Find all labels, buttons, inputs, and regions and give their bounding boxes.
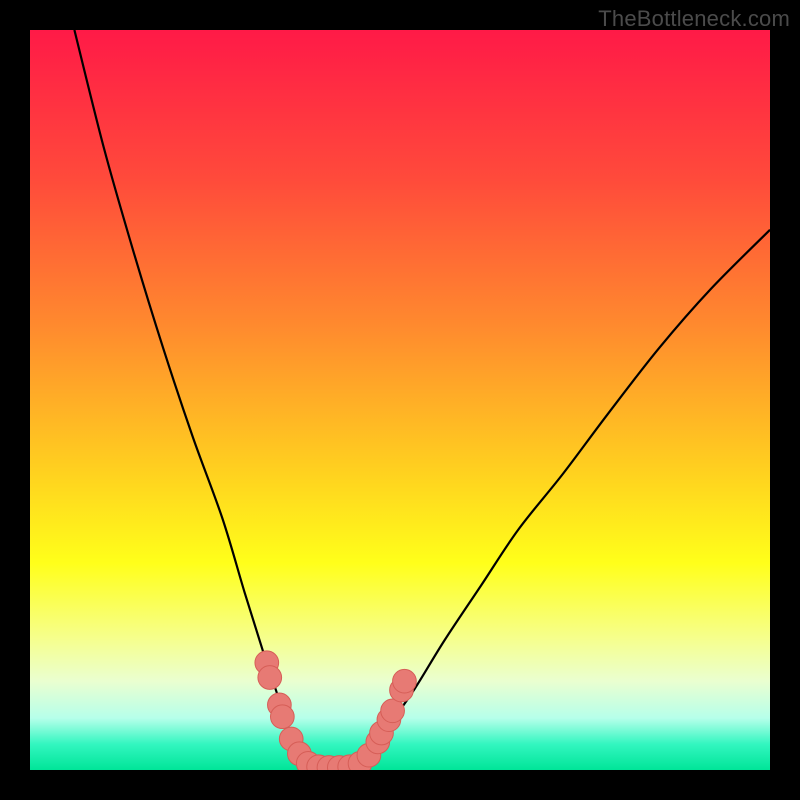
data-marker bbox=[258, 666, 282, 690]
data-marker bbox=[381, 699, 405, 723]
chart-svg bbox=[30, 30, 770, 770]
plot-area bbox=[30, 30, 770, 770]
outer-frame: TheBottleneck.com bbox=[0, 0, 800, 800]
data-marker bbox=[271, 705, 295, 729]
marker-layer bbox=[255, 651, 416, 770]
data-marker bbox=[393, 669, 417, 693]
curve-right-branch bbox=[356, 230, 770, 767]
watermark-text: TheBottleneck.com bbox=[598, 6, 790, 32]
